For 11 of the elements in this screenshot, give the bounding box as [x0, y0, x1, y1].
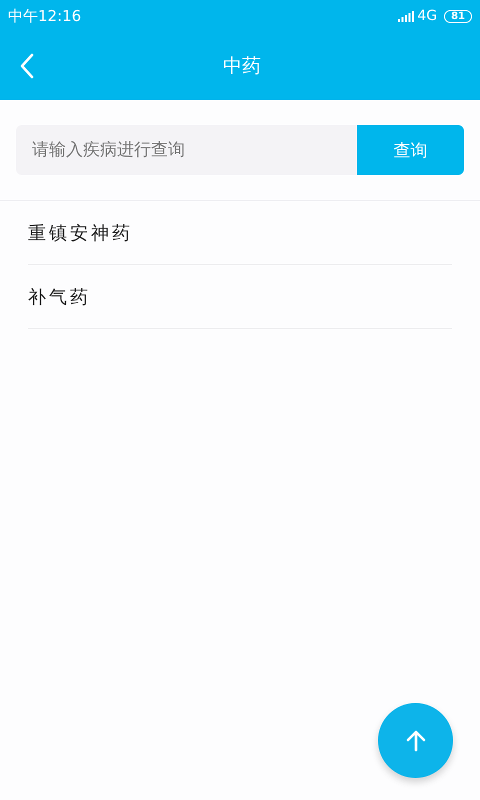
- list-item[interactable]: 补气药: [28, 284, 91, 308]
- network-label: 4G: [417, 8, 438, 24]
- signal-icon: [398, 10, 414, 22]
- up-arrow-icon: [404, 728, 428, 752]
- list-item[interactable]: 重镇安神药: [28, 220, 133, 244]
- back-chevron-icon: [20, 53, 34, 79]
- scroll-top-button[interactable]: [378, 703, 453, 778]
- battery-indicator: 81: [444, 10, 472, 22]
- search-field[interactable]: 请输入疾病进行查询: [16, 125, 357, 175]
- status-time: 中午12:16: [8, 6, 82, 26]
- page-title: 中药: [223, 54, 261, 79]
